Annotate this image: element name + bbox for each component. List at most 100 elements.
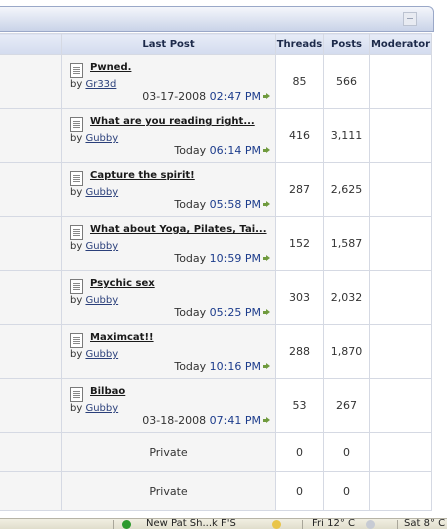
post-icon: [70, 225, 83, 240]
weather-saturday[interactable]: Sat 8° C: [404, 519, 445, 529]
last-post-by: by Gubby: [70, 295, 118, 306]
last-post-date: Today: [174, 306, 207, 319]
private-label: Private: [149, 484, 188, 498]
forum-row: Pwned. by Gr33d 03-17-2008 02:47 PM 85 5…: [0, 54, 432, 109]
posts-count: 2,625: [323, 162, 370, 217]
go-to-last-post-icon[interactable]: [263, 201, 270, 208]
weather-friday[interactable]: Fri 12° C: [312, 519, 355, 529]
forum-category-header: [0, 0, 447, 34]
threads-count: 0: [275, 471, 324, 511]
forum-table: Last Post Threads Posts Moderator Pwned.…: [0, 33, 432, 511]
last-post-user-link[interactable]: Gubby: [85, 187, 118, 198]
last-post-datetime: Today 05:25 PM: [174, 306, 261, 319]
last-post-date: Today: [174, 360, 207, 373]
last-post-user-link[interactable]: Gubby: [85, 133, 118, 144]
private-forum-row: Private 0 0: [0, 432, 432, 472]
post-icon: [70, 117, 83, 132]
go-to-last-post-icon[interactable]: [263, 255, 270, 262]
posts-count: 2,032: [323, 270, 370, 325]
last-post-cell: Psychic sex by Gubby Today 05:25 PM: [61, 270, 276, 325]
moderator-cell: [369, 378, 432, 433]
moderator-cell: [369, 162, 432, 217]
posts-count: 0: [323, 432, 370, 472]
go-to-last-post-icon[interactable]: [263, 417, 270, 424]
forum-rows: Pwned. by Gr33d 03-17-2008 02:47 PM 85 5…: [0, 54, 432, 511]
last-post-datetime: Today 06:14 PM: [174, 144, 261, 157]
post-icon: [70, 279, 83, 294]
moderator-cell: [369, 54, 432, 109]
last-post-thread-link[interactable]: Bilbao: [90, 386, 125, 397]
moderator-cell: [369, 108, 432, 163]
column-header-threads[interactable]: Threads: [275, 33, 324, 55]
forum-info-cell: [0, 162, 62, 217]
by-label: by: [70, 295, 83, 306]
last-post-cell: Private: [61, 471, 276, 511]
threads-count: 287: [275, 162, 324, 217]
last-post-datetime: Today 10:16 PM: [174, 360, 261, 373]
post-icon: [70, 387, 83, 402]
forum-info-cell: [0, 108, 62, 163]
forum-row: Maximcat!! by Gubby Today 10:16 PM 288 1…: [0, 324, 432, 379]
last-post-by: by Gubby: [70, 349, 118, 360]
collapse-icon[interactable]: [403, 12, 417, 26]
forum-info-cell: [0, 54, 62, 109]
threads-count: 288: [275, 324, 324, 379]
last-post-thread-link[interactable]: What about Yoga, Pilates, Tai...: [90, 224, 267, 235]
last-post-time: 05:25 PM: [209, 306, 261, 319]
last-post-datetime: Today 10:59 PM: [174, 252, 261, 265]
last-post-cell: Capture the spirit! by Gubby Today 05:58…: [61, 162, 276, 217]
post-icon: [70, 63, 83, 78]
last-post-thread-link[interactable]: Capture the spirit!: [90, 170, 195, 181]
by-label: by: [70, 79, 83, 90]
last-post-cell: What are you reading right... by Gubby T…: [61, 108, 276, 163]
last-post-date: Today: [174, 198, 207, 211]
last-post-user-link[interactable]: Gubby: [85, 349, 118, 360]
category-bar: [0, 6, 434, 32]
last-post-user-link[interactable]: Gr33d: [85, 79, 116, 90]
last-post-time: 10:59 PM: [209, 252, 261, 265]
forum-row: What are you reading right... by Gubby T…: [0, 108, 432, 163]
forum-row: Capture the spirit! by Gubby Today 05:58…: [0, 162, 432, 217]
last-post-user-link[interactable]: Gubby: [85, 403, 118, 414]
last-post-thread-link[interactable]: Pwned.: [90, 62, 131, 73]
by-label: by: [70, 241, 83, 252]
last-post-time: 05:58 PM: [209, 198, 261, 211]
last-post-by: by Gubby: [70, 133, 118, 144]
moderator-cell: [369, 216, 432, 271]
taskbar-item-news[interactable]: New Pat Sh...k F'S: [146, 519, 236, 529]
post-icon: [70, 333, 83, 348]
posts-count: 1,587: [323, 216, 370, 271]
posts-count: 1,870: [323, 324, 370, 379]
threads-count: 85: [275, 54, 324, 109]
last-post-user-link[interactable]: Gubby: [85, 295, 118, 306]
go-to-last-post-icon[interactable]: [263, 93, 270, 100]
private-forum-row: Private 0 0: [0, 471, 432, 511]
column-header-moderator: Moderator: [369, 33, 432, 55]
moderator-cell: [369, 432, 432, 472]
last-post-thread-link[interactable]: What are you reading right...: [90, 116, 255, 127]
go-to-last-post-icon[interactable]: [263, 363, 270, 370]
column-header-posts[interactable]: Posts: [323, 33, 370, 55]
private-label: Private: [149, 445, 188, 459]
last-post-datetime: 03-17-2008 02:47 PM: [142, 90, 261, 103]
threads-count: 303: [275, 270, 324, 325]
by-label: by: [70, 403, 83, 414]
threads-count: 152: [275, 216, 324, 271]
column-header-last-post[interactable]: Last Post: [61, 33, 276, 55]
go-to-last-post-icon[interactable]: [263, 309, 270, 316]
last-post-thread-link[interactable]: Psychic sex: [90, 278, 155, 289]
forum-info-cell: [0, 324, 62, 379]
last-post-thread-link[interactable]: Maximcat!!: [90, 332, 154, 343]
forum-info-cell: [0, 378, 62, 433]
go-to-last-post-icon[interactable]: [263, 147, 270, 154]
last-post-user-link[interactable]: Gubby: [85, 241, 118, 252]
last-post-time: 06:14 PM: [209, 144, 261, 157]
threads-count: 416: [275, 108, 324, 163]
last-post-time: 02:47 PM: [209, 90, 261, 103]
last-post-datetime: Today 05:58 PM: [174, 198, 261, 211]
forum-row: Bilbao by Gubby 03-18-2008 07:41 PM 53 2…: [0, 378, 432, 433]
moderator-cell: [369, 270, 432, 325]
last-post-date: 03-17-2008: [142, 90, 207, 103]
last-post-time: 07:41 PM: [209, 414, 261, 427]
last-post-by: by Gubby: [70, 187, 118, 198]
